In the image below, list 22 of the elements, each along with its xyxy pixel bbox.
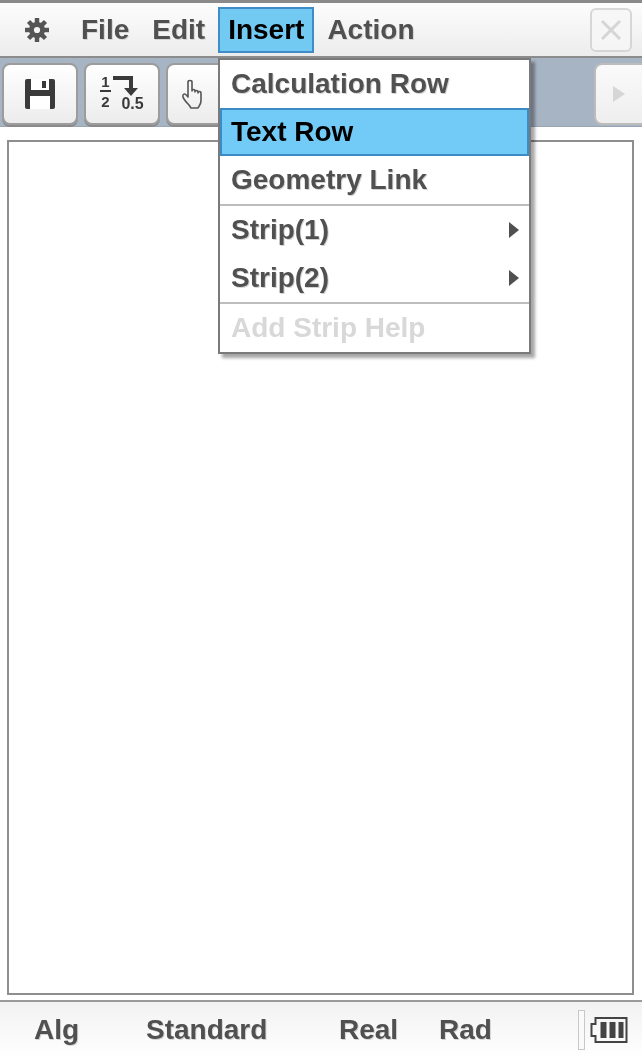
menu-item[interactable]: Geometry Link (220, 156, 529, 204)
menu-item[interactable]: Strip(1) (220, 206, 529, 254)
bent-arrow-icon (112, 76, 138, 96)
status-label: Real (339, 1016, 400, 1044)
fraction-decimal-button[interactable]: 1 2 0.5 (84, 63, 160, 125)
settings-icon[interactable] (25, 17, 49, 42)
menu-item[interactable]: Text Row (220, 108, 529, 156)
hand-icon (180, 79, 204, 109)
menu-item[interactable]: Strip(2) (220, 254, 529, 302)
menu-item[interactable]: File (71, 6, 140, 53)
save-button[interactable] (2, 63, 78, 125)
menu-item[interactable]: Action (317, 6, 425, 53)
arrow-right-icon (613, 86, 625, 102)
status-label: Standard (146, 1016, 269, 1044)
status-label: Rad (439, 1016, 493, 1044)
menu-item[interactable]: Insert (218, 6, 315, 53)
battery-icon (590, 1017, 628, 1043)
status-label: Alg (34, 1016, 81, 1044)
close-icon (599, 17, 623, 42)
menu-item[interactable]: Edit (142, 6, 216, 53)
menu-item[interactable]: Calculation Row (220, 60, 529, 108)
status-separator (578, 1010, 585, 1050)
